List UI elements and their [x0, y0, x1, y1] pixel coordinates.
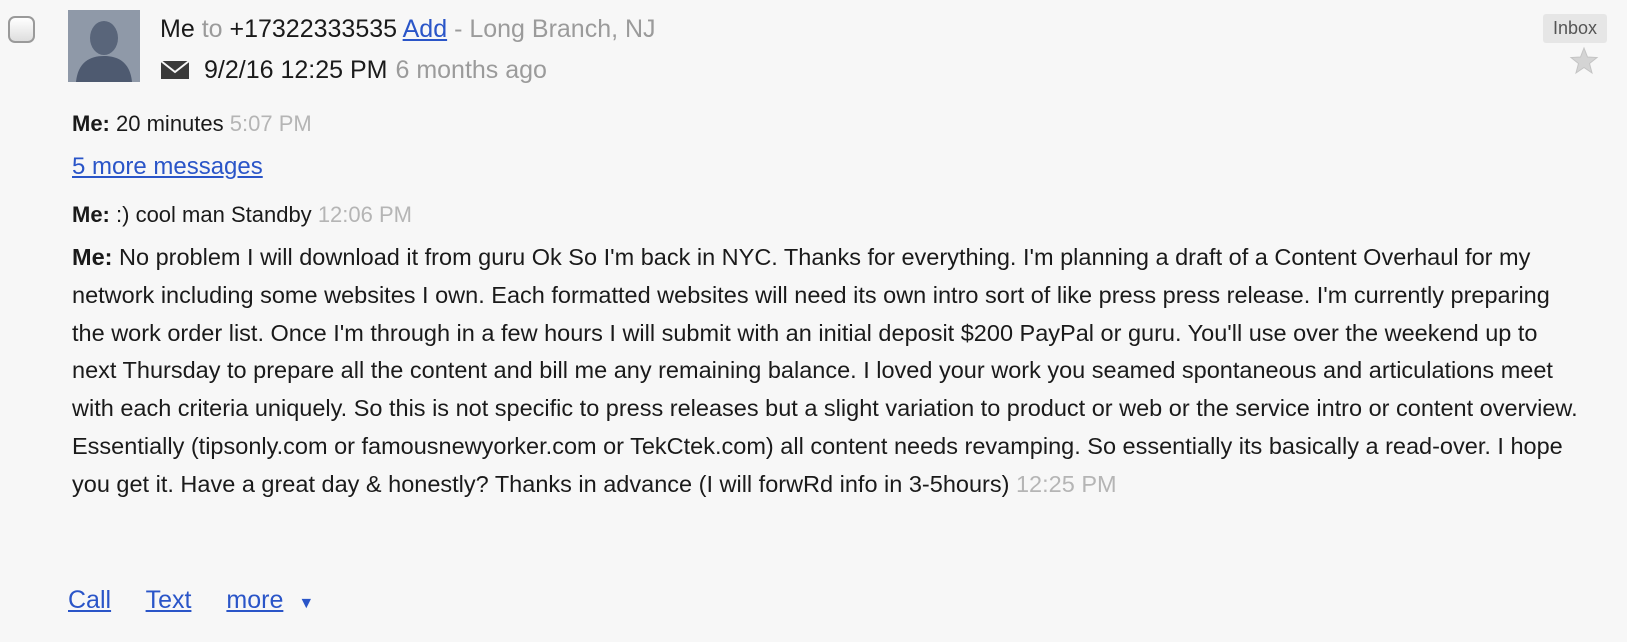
message-item: Me: 20 minutes 5:07 PM — [72, 110, 312, 138]
message-text: No problem I will download it from guru … — [72, 244, 1578, 497]
message-time: 5:07 PM — [229, 111, 312, 136]
message-text: 20 minutes — [116, 111, 224, 136]
conversation-date: 9/2/16 12:25 PM — [204, 56, 388, 84]
call-link[interactable]: Call — [68, 586, 111, 614]
to-label: to — [201, 15, 223, 43]
relative-time: 6 months ago — [395, 56, 547, 84]
message-sender: Me: — [72, 244, 113, 270]
conversation-header: Me to +17322333535 Add - Long Branch, NJ — [160, 14, 656, 44]
recipient-phone: +17322333535 — [229, 15, 398, 43]
location-label: - Long Branch, NJ — [454, 15, 656, 43]
conversation-date-row: 9/2/16 12:25 PM 6 months ago — [160, 55, 547, 85]
message-item: Me: :) cool man Standby 12:06 PM — [72, 201, 412, 229]
action-links: Call Text more ▼ — [68, 585, 314, 619]
default-avatar-icon — [68, 10, 140, 82]
text-link[interactable]: Text — [146, 586, 192, 614]
chevron-down-icon[interactable]: ▼ — [298, 595, 314, 612]
envelope-icon — [160, 60, 190, 79]
inbox-label[interactable]: Inbox — [1542, 14, 1607, 43]
message-item: Me: No problem I will download it from g… — [72, 239, 1582, 504]
avatar — [68, 10, 140, 82]
star-icon[interactable] — [1569, 46, 1599, 76]
message-text: :) cool man Standby — [116, 202, 312, 227]
select-checkbox[interactable] — [8, 16, 35, 43]
message-time: 12:25 PM — [1015, 470, 1117, 497]
message-sender: Me: — [72, 111, 110, 136]
add-contact-link[interactable]: Add — [403, 15, 447, 43]
message-time: 12:06 PM — [317, 202, 412, 227]
more-messages-link[interactable]: 5 more messages — [72, 152, 263, 182]
sender-name: Me — [160, 15, 195, 43]
more-menu-link[interactable]: more — [226, 586, 283, 614]
message-sender: Me: — [72, 202, 110, 227]
